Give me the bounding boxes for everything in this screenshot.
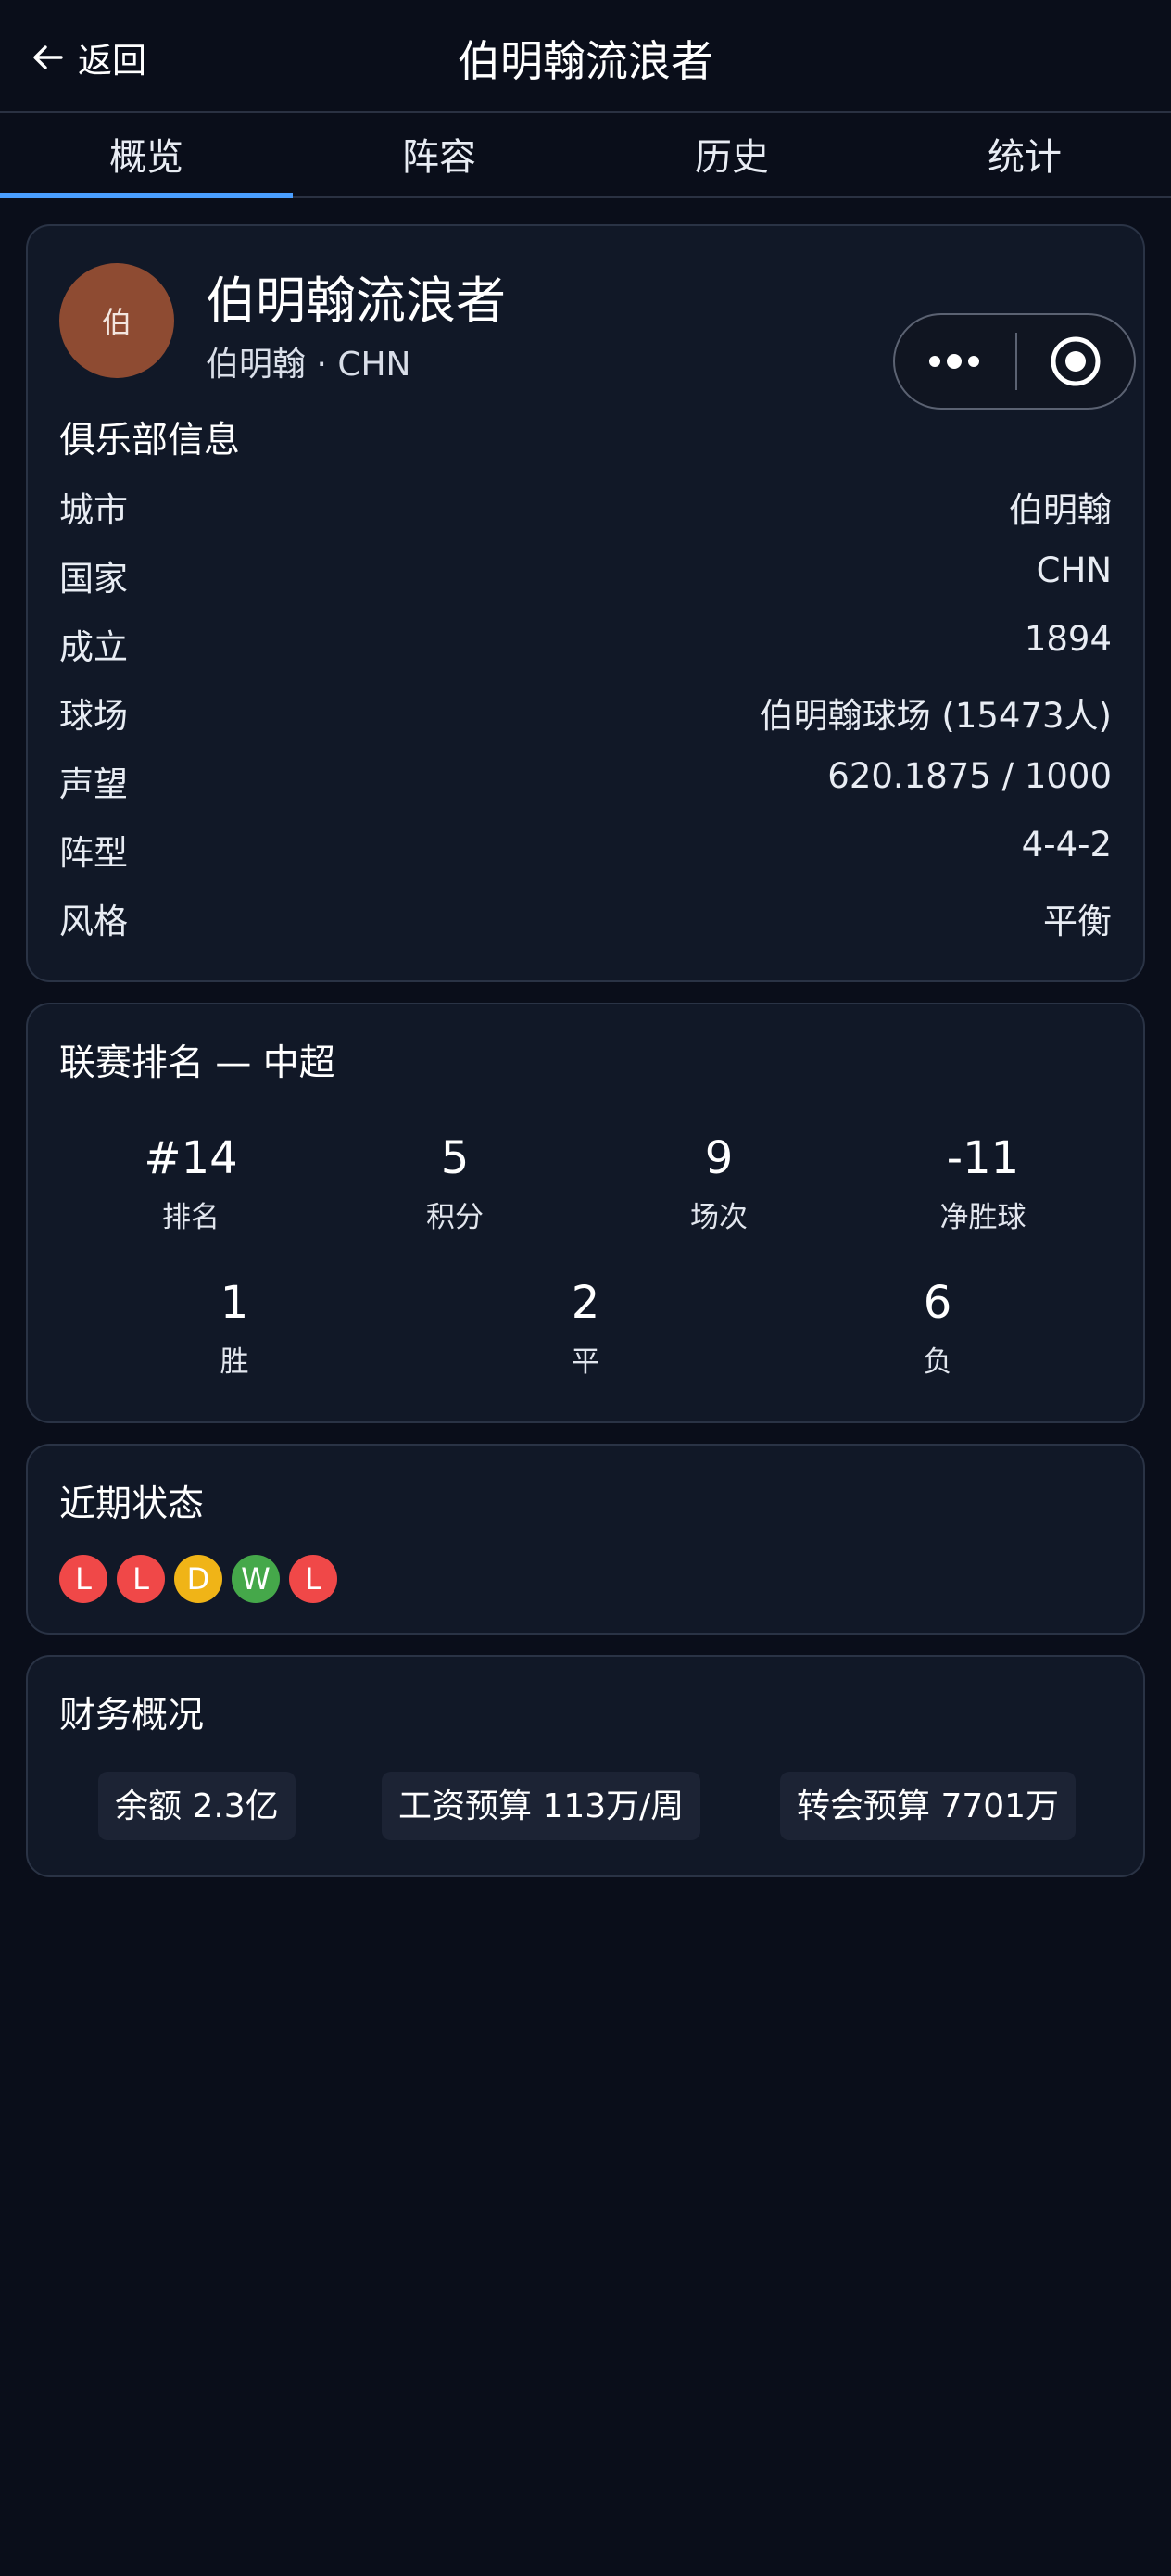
form-result-badge: L	[289, 1555, 337, 1603]
club-info-card: 伯 伯明翰流浪者 伯明翰 · CHN 俱乐部信息 城市 伯明翰 国家 CHN 成…	[26, 224, 1145, 982]
tab-stats[interactable]: 统计	[878, 113, 1171, 196]
stat-losses: 6 负	[845, 1277, 1030, 1380]
info-row-founded: 成立 1894	[59, 619, 1112, 675]
tab-overview[interactable]: 概览	[0, 113, 293, 198]
stat-rank: #14 排名	[98, 1132, 283, 1235]
info-value: 4-4-2	[1021, 825, 1112, 865]
finance-title: 财务概况	[59, 1695, 205, 1736]
recent-form-card: 近期状态 L L D W L	[26, 1444, 1145, 1635]
club-info-title: 俱乐部信息	[59, 420, 241, 461]
info-value: 1894	[1024, 619, 1112, 659]
mini-program-capsule	[893, 313, 1136, 410]
stat-label: 平	[571, 1345, 600, 1379]
stat-value: #14	[144, 1132, 238, 1184]
info-key: 球场	[59, 696, 128, 736]
form-result-badge: W	[232, 1555, 280, 1603]
tab-squad[interactable]: 阵容	[293, 113, 586, 196]
back-label: 返回	[78, 41, 146, 81]
standings-title: 联赛排名 — 中超	[59, 1042, 335, 1084]
stat-wins: 1 胜	[142, 1277, 327, 1380]
stat-points: 5 积分	[362, 1132, 548, 1235]
stat-value: 6	[923, 1277, 952, 1329]
stat-label: 场次	[690, 1201, 748, 1234]
stat-value: 2	[571, 1277, 600, 1329]
top-nav-bar: 返回 伯明翰流浪者	[0, 0, 1171, 113]
balance-chip: 余额 2.3亿	[98, 1772, 296, 1840]
more-button[interactable]	[895, 315, 1015, 408]
info-row-style: 风格 平衡	[59, 893, 1112, 949]
stat-value: 1	[220, 1277, 249, 1329]
page-title: 伯明翰流浪者	[458, 36, 713, 86]
info-row-formation: 阵型 4-4-2	[59, 825, 1112, 880]
club-name: 伯明翰流浪者	[206, 271, 506, 330]
info-row-reputation: 声望 620.1875 / 1000	[59, 756, 1112, 812]
arrow-left-icon	[33, 45, 63, 69]
info-key: 阵型	[59, 833, 128, 873]
info-row-stadium: 球场 伯明翰球场 (15473人)	[59, 688, 1112, 743]
form-result-badge: L	[59, 1555, 107, 1603]
tab-bar: 概览 阵容 历史 统计	[0, 113, 1171, 198]
form-result-badge: D	[174, 1555, 222, 1603]
stat-value: 9	[704, 1132, 734, 1184]
info-value: 平衡	[1043, 902, 1112, 941]
close-mini-program-button[interactable]	[1017, 315, 1134, 408]
stat-draws: 2 平	[493, 1277, 678, 1380]
stat-label: 净胜球	[939, 1201, 1026, 1234]
wage-budget-chip: 工资预算 113万/周	[382, 1772, 701, 1840]
form-result-badge: L	[117, 1555, 165, 1603]
info-key: 声望	[59, 764, 128, 804]
back-button[interactable]: 返回	[30, 32, 146, 83]
info-value: 伯明翰	[1009, 490, 1112, 530]
stat-played: 9 场次	[626, 1132, 812, 1235]
info-key: 国家	[59, 559, 128, 599]
finance-card: 财务概况 余额 2.3亿 工资预算 113万/周 转会预算 7701万	[26, 1655, 1145, 1877]
form-results: L L D W L	[59, 1555, 346, 1603]
info-key: 成立	[59, 627, 128, 667]
stat-goal-diff: -11 净胜球	[890, 1132, 1076, 1235]
transfer-budget-chip: 转会预算 7701万	[780, 1772, 1077, 1840]
stat-label: 胜	[220, 1345, 249, 1379]
info-value: 620.1875 / 1000	[827, 756, 1112, 796]
stat-label: 负	[923, 1345, 952, 1379]
form-title: 近期状态	[59, 1484, 205, 1525]
target-circle-icon	[1051, 336, 1101, 386]
info-value: CHN	[1036, 550, 1112, 590]
league-standings-card: 联赛排名 — 中超 #14 排名 5 积分 9 场次 -11 净胜球 1 胜 2…	[26, 1003, 1145, 1423]
stat-label: 积分	[426, 1201, 484, 1234]
info-row-country: 国家 CHN	[59, 550, 1112, 606]
stat-value: 5	[440, 1132, 470, 1184]
stat-label: 排名	[162, 1201, 220, 1234]
tab-history[interactable]: 历史	[586, 113, 878, 196]
info-value: 伯明翰球场 (15473人)	[759, 696, 1112, 736]
club-subtitle: 伯明翰 · CHN	[206, 346, 411, 384]
club-avatar: 伯	[59, 263, 174, 378]
more-dots-icon	[929, 354, 979, 369]
info-key: 城市	[59, 490, 128, 530]
info-key: 风格	[59, 902, 128, 941]
info-row-city: 城市 伯明翰	[59, 482, 1112, 537]
stat-value: -11	[946, 1132, 1020, 1184]
